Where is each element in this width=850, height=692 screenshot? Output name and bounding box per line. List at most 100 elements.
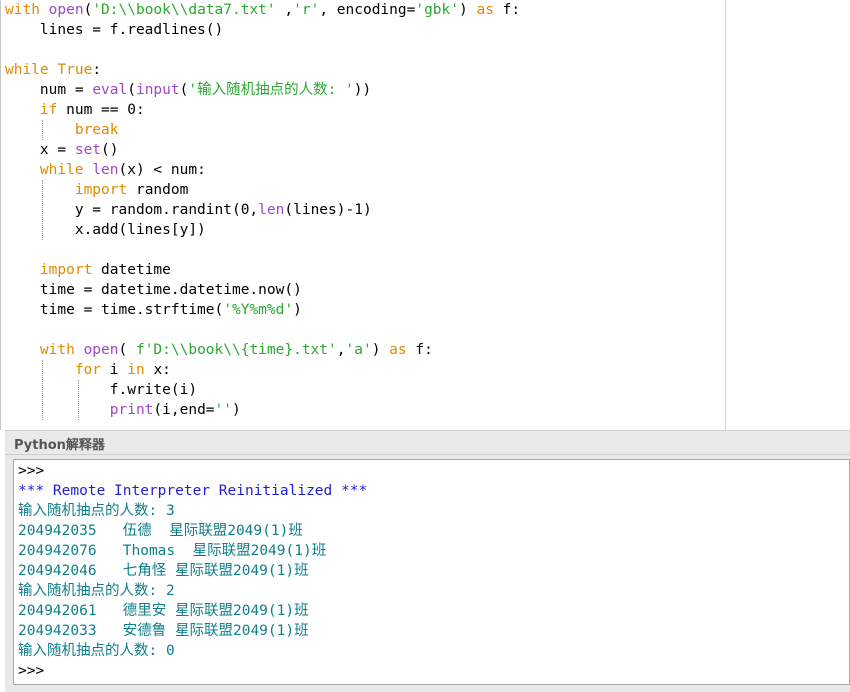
code-token: input	[135, 82, 180, 98]
code-line: time = datetime.datetime.now()	[5, 280, 302, 300]
code-token: with	[5, 2, 40, 18]
console-output-line: 204942076 Thomas 星际联盟2049(1)班	[18, 543, 327, 559]
code-token: set	[74, 142, 102, 158]
code-token: while	[39, 162, 84, 178]
code-token: (	[127, 82, 136, 98]
code-token: True	[57, 62, 93, 78]
code-token: while	[5, 62, 49, 78]
code-token: )	[459, 2, 477, 18]
code-line: y = random.randint(0,len(lines)-1)	[5, 200, 372, 220]
code-token: f.write(i)	[5, 382, 198, 398]
code-line: time = time.strftime('%Y%m%d')	[5, 300, 302, 320]
code-line: f.write(i)	[5, 380, 197, 400]
code-token: i	[101, 362, 128, 378]
code-token: if	[39, 102, 58, 118]
code-token: datetime	[92, 262, 171, 278]
code-token: f:	[493, 2, 521, 18]
code-line: for i in x:	[5, 360, 171, 380]
code-token: x:	[144, 362, 171, 378]
console-output-line: 输入随机抽点的人数: 0	[18, 643, 175, 659]
code-token: eval	[92, 82, 128, 98]
code-token: break	[74, 122, 119, 138]
code-token: (lines)-1)	[284, 202, 372, 218]
interpreter-title: Python解释器	[14, 438, 105, 453]
console-output-line: 204942033 安德鲁 星际联盟2049(1)班	[18, 623, 309, 639]
code-token: with	[39, 342, 75, 358]
right-side-panel	[725, 0, 850, 430]
console-output-line: *** Remote Interpreter Reinitialized ***	[18, 483, 368, 499]
code-token: '%Y%m%d'	[223, 302, 294, 318]
code-token: 'gbk'	[415, 2, 459, 18]
code-token: :	[92, 62, 102, 78]
code-token: f'D:\\book\\{time}.txt'	[135, 342, 337, 358]
code-line: x.add(lines[y])	[5, 220, 206, 240]
code-token: num =	[5, 82, 93, 98]
code-token: 'D:\\book\\data7.txt'	[92, 2, 276, 18]
console-prompt: >>>	[18, 463, 45, 479]
indent-guide	[78, 380, 79, 420]
indent-guide	[42, 360, 43, 420]
console-output-line: 204942035 伍德 星际联盟2049(1)班	[18, 523, 303, 539]
code-token: )	[371, 342, 390, 358]
code-token: print	[109, 402, 154, 418]
code-token: open	[48, 2, 84, 18]
console-output-line: 204942046 七角怪 星际联盟2049(1)班	[18, 563, 309, 579]
console-output-line: 输入随机抽点的人数: 2	[18, 583, 175, 599]
code-line: print(i,end='')	[5, 400, 241, 420]
code-token: import	[74, 182, 128, 198]
code-token: (	[83, 2, 93, 18]
console-prompt: >>>	[18, 663, 45, 679]
code-line: if num == 0:	[5, 100, 145, 120]
code-line: while len(x) < num:	[5, 160, 206, 180]
code-line: break	[5, 120, 119, 140]
code-token: as	[389, 342, 407, 358]
console-output-line: 输入随机抽点的人数: 3	[18, 503, 175, 519]
code-token: as	[476, 2, 494, 18]
code-token: ()	[101, 142, 119, 158]
code-token: )	[293, 302, 302, 318]
interpreter-header: Python解释器	[5, 430, 850, 455]
interpreter-console[interactable]: >>> *** Remote Interpreter Reinitialized …	[13, 459, 850, 685]
code-line: lines = f.readlines()	[5, 20, 223, 40]
code-line: num = eval(input('输入随机抽点的人数: '))	[5, 80, 371, 100]
code-token: (x) < num:	[118, 162, 206, 178]
code-token: , encoding=	[319, 2, 416, 18]
code-token: ))	[353, 82, 372, 98]
code-token: random	[127, 182, 189, 198]
code-line: x = set()	[5, 140, 119, 160]
code-token: ''	[214, 402, 232, 418]
code-token: import	[39, 262, 93, 278]
code-token: )	[232, 402, 241, 418]
code-token: time = datetime.datetime.now()	[5, 282, 302, 298]
indent-guide	[42, 180, 43, 240]
code-token: num == 0:	[57, 102, 145, 118]
code-token: open	[83, 342, 119, 358]
indent-guide	[42, 120, 43, 140]
code-line: with open( f'D:\\book\\{time}.txt','a') …	[5, 340, 433, 360]
code-token: for	[74, 362, 102, 378]
code-line: with open('D:\\book\\data7.txt' ,'r', en…	[5, 0, 520, 20]
code-line: while True:	[5, 60, 101, 80]
code-editor[interactable]: with open('D:\\book\\data7.txt' ,'r', en…	[0, 0, 725, 430]
code-token: in	[127, 362, 145, 378]
code-token: x.add(lines[y])	[5, 222, 206, 238]
code-token: (	[118, 342, 136, 358]
console-output-line: 204942061 德里安 星际联盟2049(1)班	[18, 603, 309, 619]
editor-left-border	[0, 0, 1, 430]
code-token: len	[258, 202, 285, 218]
code-token: lines = f.readlines()	[5, 22, 224, 38]
code-token: (i,end=	[153, 402, 215, 418]
code-token: '输入随机抽点的人数: '	[188, 82, 354, 98]
code-token: 'a'	[345, 342, 372, 358]
